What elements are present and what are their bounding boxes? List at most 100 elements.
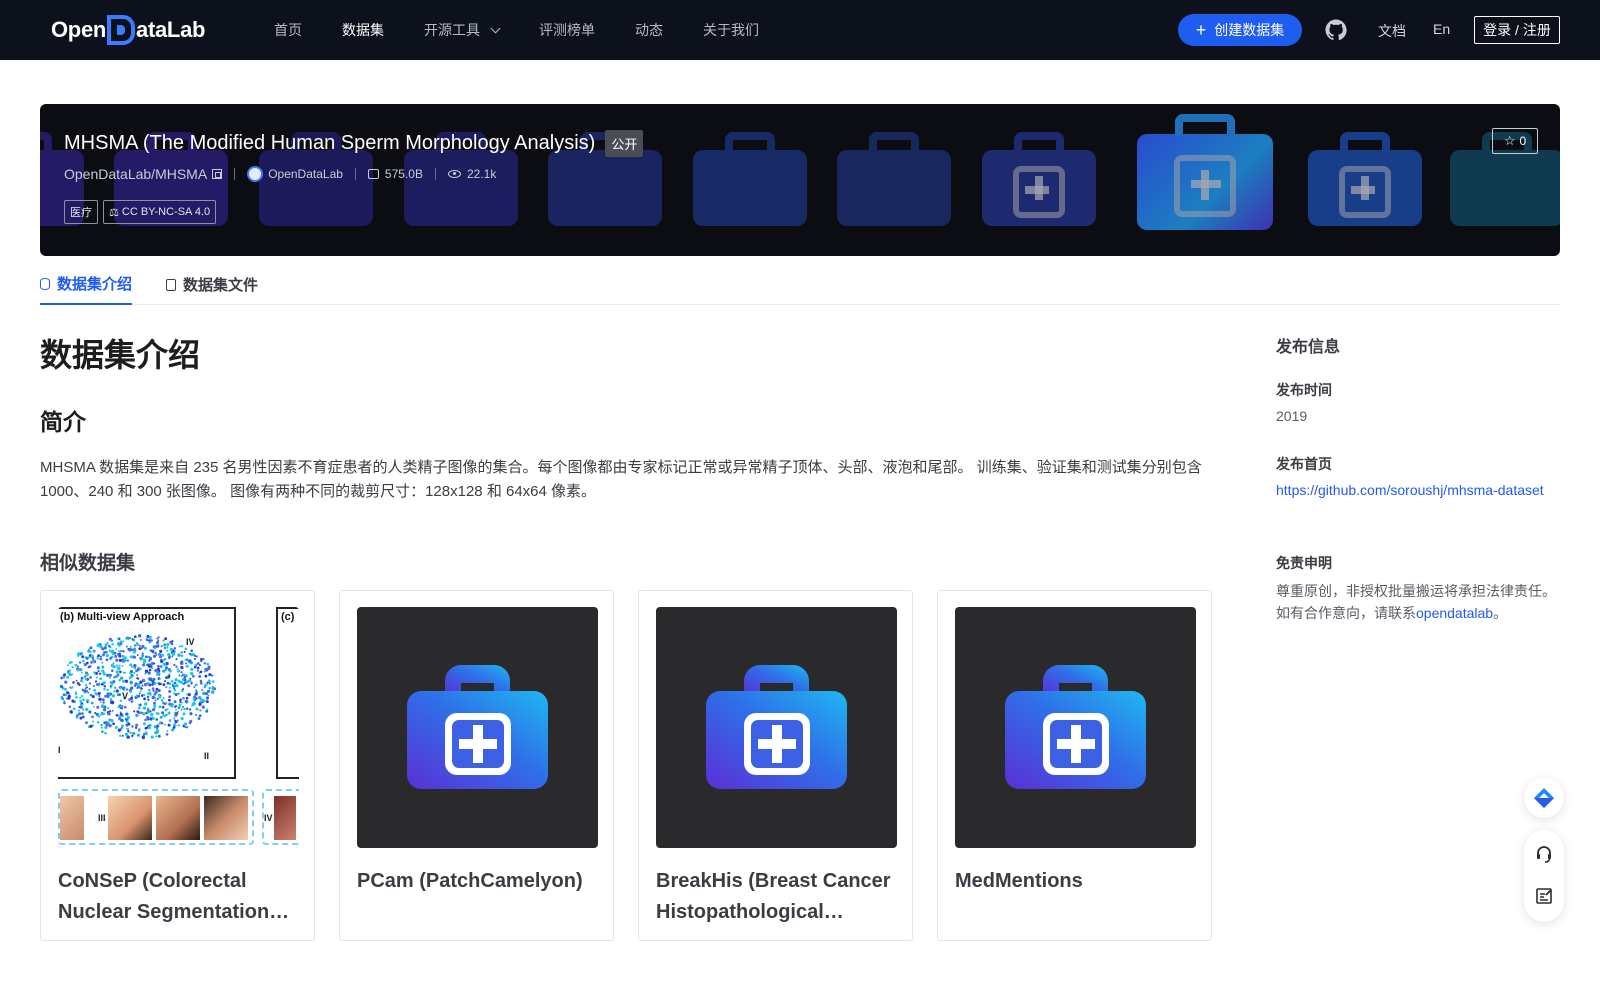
scatter-point: [194, 663, 198, 667]
tag-medical[interactable]: 医疗: [64, 200, 98, 224]
scatter-point: [168, 690, 172, 693]
scatter-point: [82, 698, 85, 702]
nav-link-news[interactable]: 动态: [635, 20, 663, 40]
scatter-point: [67, 664, 69, 667]
scatter-point: [184, 699, 188, 704]
scatter-point: [205, 668, 208, 672]
dataset-card-pcam[interactable]: PCam (PatchCamelyon): [339, 590, 614, 941]
scatter-point: [115, 670, 119, 674]
scatter-point: [141, 684, 144, 687]
scatter-point: [121, 640, 124, 643]
scatter-point: [68, 661, 72, 665]
headset-icon[interactable]: [1534, 844, 1554, 864]
scatter-point: [175, 708, 177, 711]
opendatalab-logo[interactable]: Open ataLab: [51, 14, 205, 46]
scatter-point: [189, 719, 193, 723]
scatter-point: [207, 679, 211, 682]
copy-icon[interactable]: [212, 169, 223, 179]
scatter-point: [112, 722, 115, 726]
dataset-card-breakhis[interactable]: BreakHis (Breast Cancer Histopathologica…: [638, 590, 913, 941]
scatter-point: [141, 654, 145, 658]
star-button[interactable]: ☆ 0: [1492, 128, 1538, 154]
github-icon[interactable]: [1324, 18, 1348, 42]
scatter-point: [95, 676, 98, 679]
language-switch[interactable]: En: [1433, 21, 1450, 37]
scatter-point: [162, 697, 165, 700]
scatter-point: [146, 695, 150, 699]
homepage-link[interactable]: https://github.com/soroushj/mhsma-datase…: [1276, 482, 1544, 498]
scatter-point: [116, 637, 120, 640]
scatter-point: [138, 706, 141, 710]
scatter-point: [117, 642, 120, 645]
tag-license[interactable]: ⚖ CC BY-NC-SA 4.0: [103, 200, 217, 224]
scatter-point: [88, 687, 91, 690]
scatter-point: [146, 707, 149, 710]
scatter-point: [89, 646, 93, 650]
create-dataset-button[interactable]: + 创建数据集: [1178, 14, 1302, 46]
scatter-point: [168, 702, 172, 706]
scatter-point: [146, 682, 150, 686]
scatter-point: [74, 692, 78, 696]
scatter-point: [113, 690, 116, 693]
scatter-point: [109, 697, 112, 700]
scatter-point: [141, 678, 146, 683]
figure-roman-label: II: [204, 751, 210, 761]
scatter-point: [179, 661, 183, 664]
scatter-point: [102, 704, 105, 708]
tab-dataset-files[interactable]: 数据集文件: [166, 264, 258, 305]
scatter-point: [150, 735, 154, 739]
scatter-point: [104, 695, 107, 698]
hard-drive-icon: [367, 169, 379, 179]
tab-dataset-intro[interactable]: 数据集介绍: [40, 264, 133, 305]
scatter-point: [138, 634, 142, 638]
scatter-point: [160, 698, 163, 702]
scatter-point: [137, 728, 140, 731]
face-image: [274, 796, 296, 840]
scatter-point: [185, 664, 189, 668]
scatter-point: [158, 705, 162, 709]
scatter-point: [213, 687, 217, 691]
scatter-point: [188, 652, 192, 656]
contact-link[interactable]: opendatalab: [1416, 605, 1493, 621]
nav-link-docs[interactable]: 文档: [1378, 21, 1406, 41]
scatter-point: [76, 665, 80, 668]
dataset-repo-path: OpenDataLab/MHSMA: [64, 166, 208, 182]
scatter-point: [100, 726, 103, 729]
nav-link-leaderboard[interactable]: 评测榜单: [539, 20, 595, 40]
scatter-point: [167, 656, 171, 659]
dataset-card-consep[interactable]: (b) Multi-view Approach IV V I II (c) II…: [40, 590, 315, 941]
scatter-point: [79, 679, 83, 682]
scatter-point: [118, 658, 122, 662]
ai-assistant-button[interactable]: [1524, 778, 1564, 818]
scatter-point: [96, 666, 100, 670]
scatter-point: [204, 674, 208, 678]
scatter-point: [163, 643, 167, 647]
figure-panel-label: (c): [281, 611, 295, 623]
scatter-point: [128, 647, 132, 651]
nav-link-open-source-tools[interactable]: 开源工具: [424, 20, 501, 40]
scatter-point: [186, 693, 189, 696]
scatter-point: [101, 712, 105, 716]
scatter-point: [94, 680, 98, 683]
feedback-edit-icon[interactable]: [1534, 886, 1554, 906]
nav-link-home[interactable]: 首页: [274, 20, 302, 40]
login-register-button[interactable]: 登录 / 注册: [1474, 16, 1560, 44]
scatter-point: [129, 645, 132, 648]
meta-separator: [434, 168, 436, 180]
plus-icon: +: [1195, 20, 1207, 40]
scatter-point: [97, 669, 100, 673]
nav-link-datasets[interactable]: 数据集: [342, 20, 384, 40]
nav-link-about[interactable]: 关于我们: [703, 20, 759, 40]
scatter-point: [114, 654, 118, 658]
dataset-org[interactable]: OpenDataLab: [268, 167, 343, 181]
scatter-point: [80, 676, 84, 680]
scatter-point: [99, 677, 102, 681]
scatter-point: [76, 714, 80, 717]
scatter-point: [166, 730, 169, 733]
scatter-point: [129, 681, 133, 685]
scatter-point: [136, 674, 139, 677]
scatter-point: [102, 701, 105, 704]
scatter-point: [151, 695, 155, 700]
scatter-point: [88, 710, 92, 714]
dataset-card-medmentions[interactable]: MedMentions: [937, 590, 1212, 941]
